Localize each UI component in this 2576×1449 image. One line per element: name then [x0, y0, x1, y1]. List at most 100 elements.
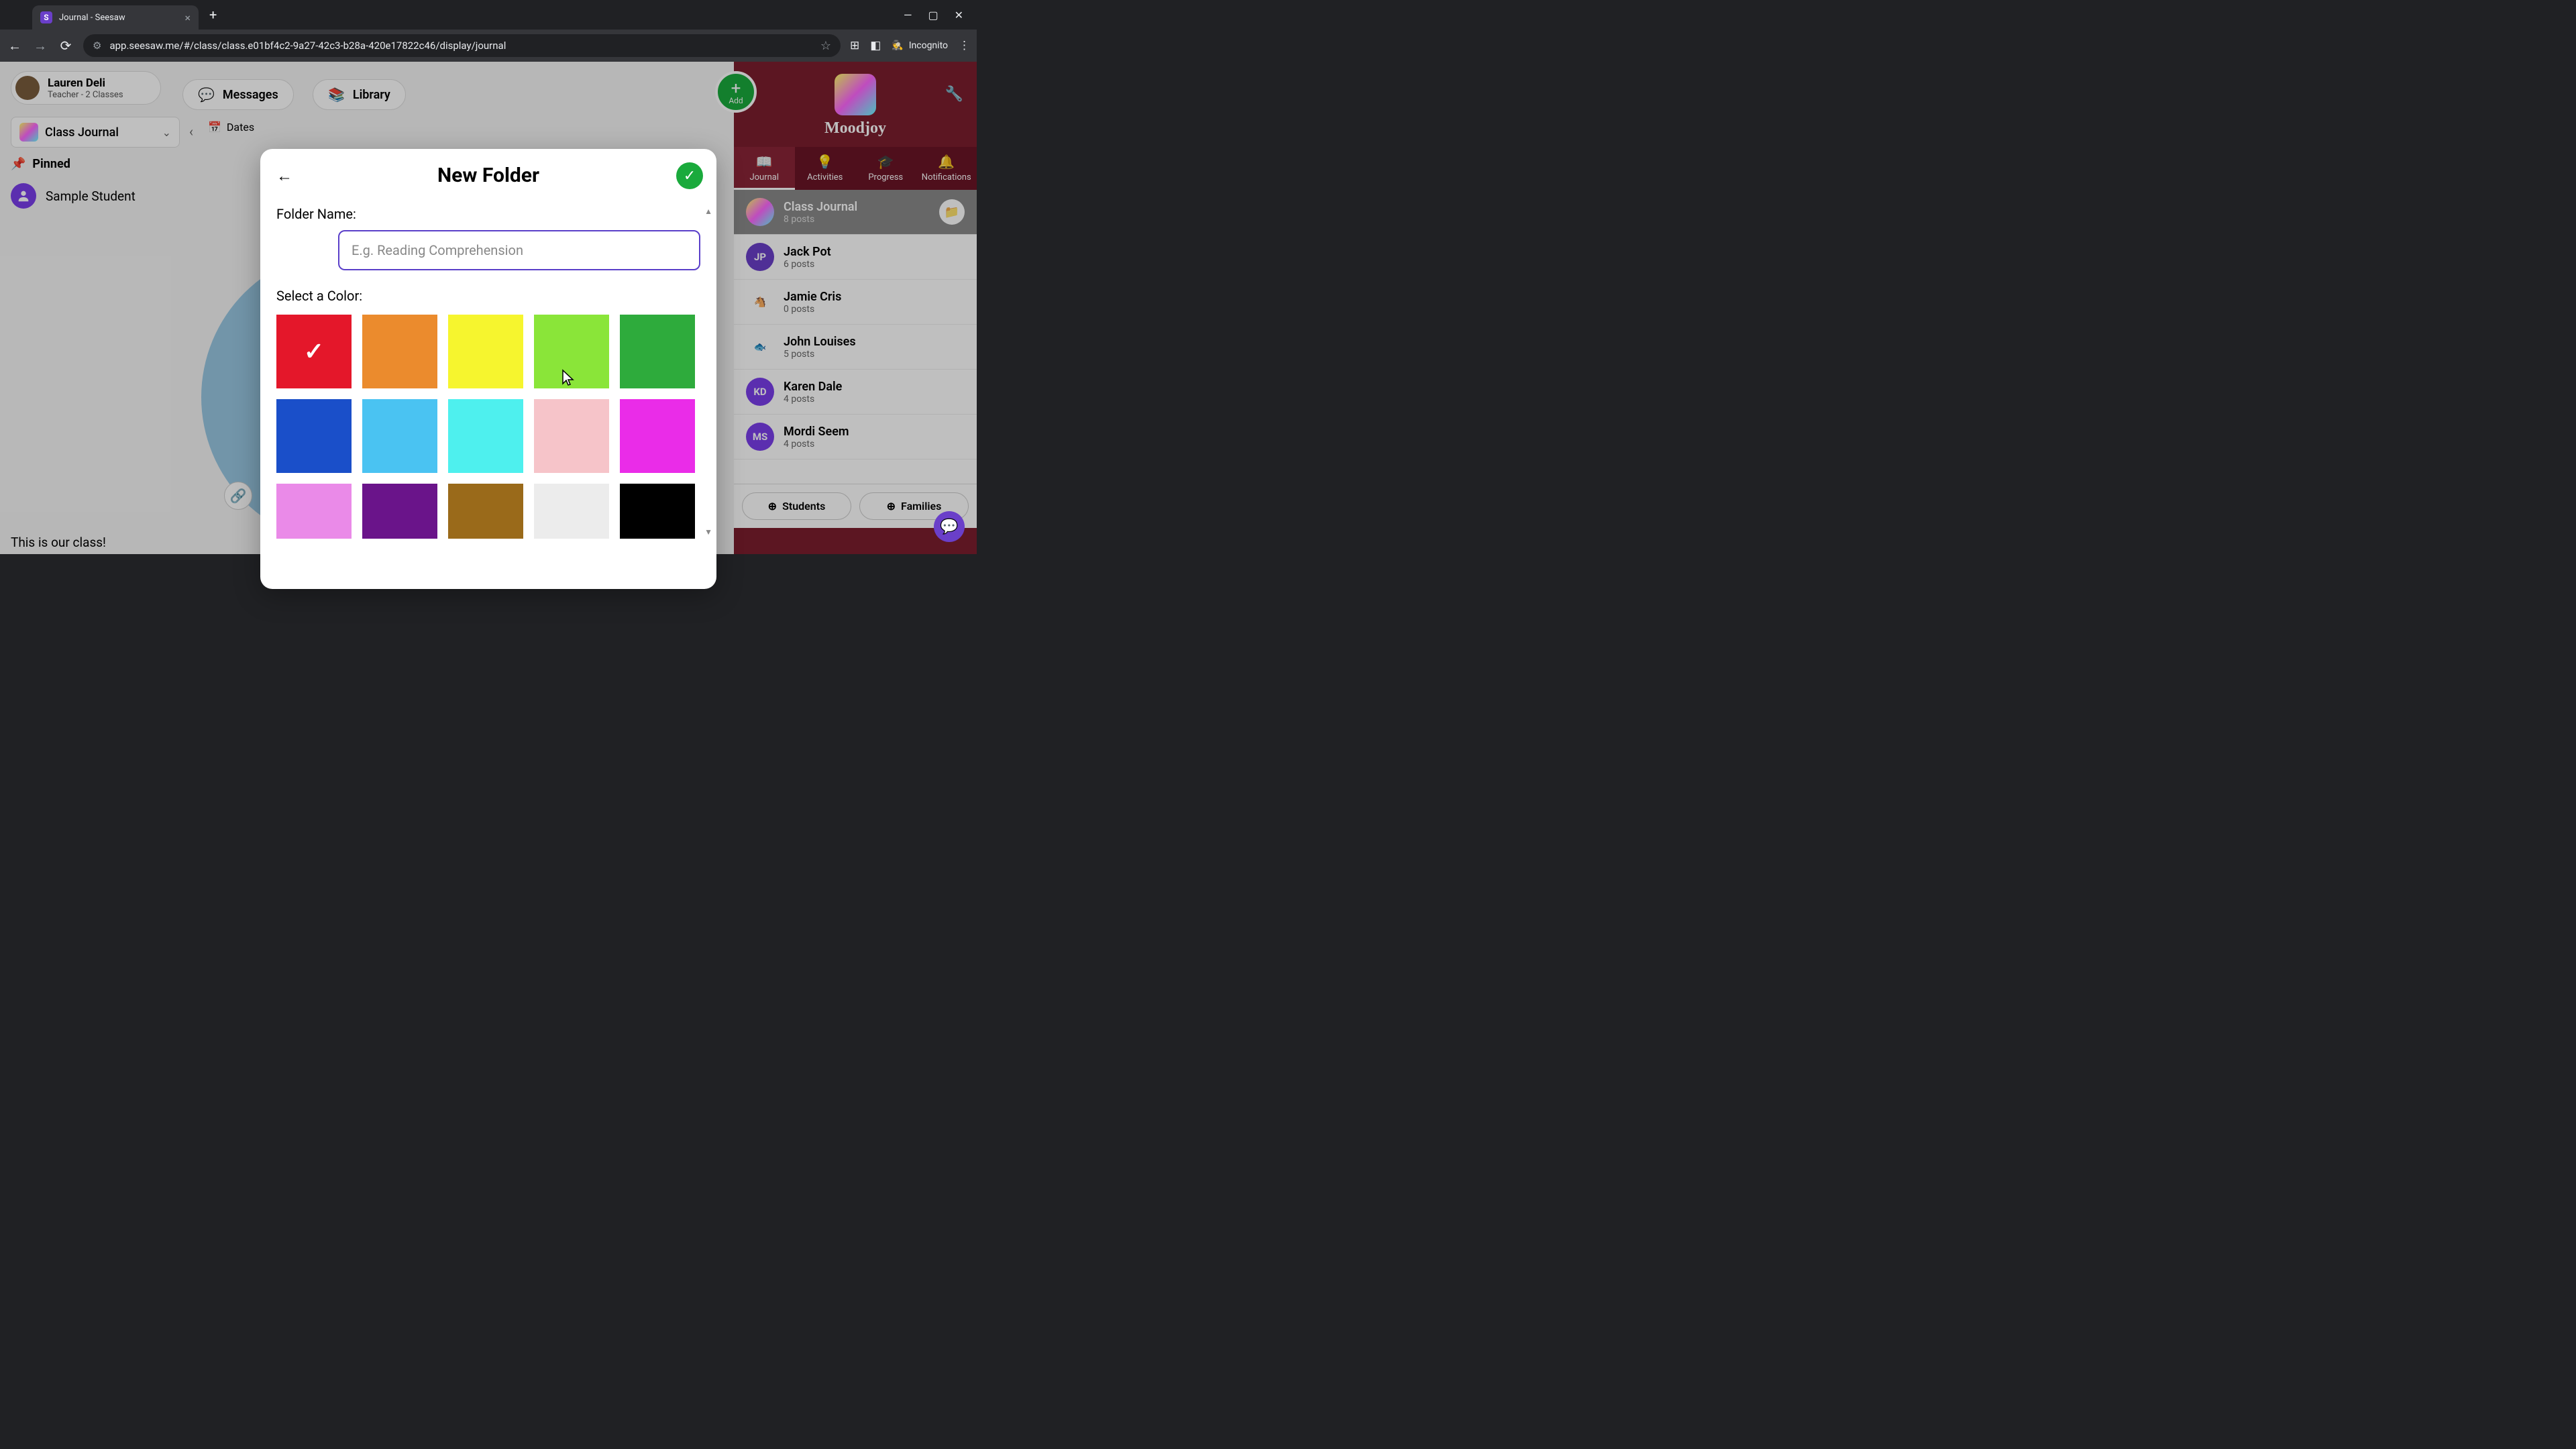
close-window-icon[interactable]: ✕: [955, 9, 963, 21]
folder-icon[interactable]: 📁: [939, 199, 965, 225]
journal-tab-icon: 📖: [737, 154, 792, 170]
color-yellow[interactable]: [448, 315, 523, 388]
dates-button[interactable]: 📅 Dates: [208, 121, 254, 133]
library-nav[interactable]: 📚 Library: [313, 79, 406, 110]
list-item-sub: 8 posts: [784, 214, 857, 225]
list-avatar: JP: [746, 243, 774, 271]
reload-icon[interactable]: ⟳: [58, 38, 74, 54]
activities-tab-icon: 💡: [798, 154, 853, 170]
user-avatar: [15, 76, 40, 100]
folder-name-input[interactable]: [338, 230, 700, 270]
list-item[interactable]: JP Jack Pot6 posts: [734, 235, 977, 280]
list-item-name: Jack Pot: [784, 245, 831, 259]
tab-activities[interactable]: 💡 Activities: [795, 147, 856, 190]
list-item-sub: 4 posts: [784, 439, 849, 449]
color-orange[interactable]: [362, 315, 437, 388]
address-bar: ← → ⟳ ⚙ app.seesaw.me/#/class/class.e01b…: [0, 30, 977, 62]
post-caption: This is our class!: [11, 535, 106, 550]
add-button[interactable]: + Add: [715, 71, 757, 113]
bookmark-star-icon[interactable]: ☆: [820, 39, 831, 53]
color-blue[interactable]: [276, 399, 352, 473]
color-black[interactable]: [620, 484, 695, 539]
incognito-badge: 🕵 Incognito: [892, 40, 948, 51]
link-icon[interactable]: 🔗: [224, 482, 252, 510]
back-arrow-icon[interactable]: ←: [276, 166, 292, 186]
tab-title: Journal - Seesaw: [59, 13, 178, 23]
list-item[interactable]: 🐴 Jamie Cris0 posts: [734, 280, 977, 325]
chat-fab[interactable]: 💬: [934, 511, 965, 542]
folder-name-label: Folder Name:: [276, 206, 700, 222]
list-item[interactable]: KD Karen Dale4 posts: [734, 370, 977, 415]
browser-tab[interactable]: S Journal - Seesaw ×: [32, 5, 199, 30]
tab-bar: S Journal - Seesaw × + — ▢ ✕: [0, 0, 977, 30]
seesaw-favicon: S: [40, 11, 52, 23]
confirm-button[interactable]: ✓: [676, 162, 703, 189]
new-folder-modal: ← New Folder ✓ Folder Name: Select a Col…: [260, 149, 716, 589]
messages-icon: 💬: [198, 87, 215, 103]
site-settings-icon[interactable]: ⚙: [93, 40, 101, 52]
color-green[interactable]: [620, 315, 695, 388]
color-purple[interactable]: [362, 484, 437, 539]
scroll-up-icon[interactable]: ▲: [704, 207, 712, 216]
list-avatar: 🐴: [746, 288, 774, 316]
user-chip[interactable]: Lauren Deli Teacher - 2 Classes: [11, 71, 161, 105]
plus-circle-icon: ⊕: [768, 500, 777, 513]
color-lime[interactable]: [534, 315, 609, 388]
journal-selector[interactable]: Class Journal ⌄: [11, 117, 180, 148]
url-text: app.seesaw.me/#/class/class.e01bf4c2-9a2…: [109, 40, 812, 52]
color-red[interactable]: ✓: [276, 315, 352, 388]
back-icon[interactable]: ←: [7, 38, 23, 54]
chat-icon: 💬: [940, 519, 958, 535]
tab-activities-label: Activities: [807, 172, 843, 182]
students-button[interactable]: ⊕ Students: [742, 492, 851, 520]
incognito-icon: 🕵: [892, 40, 903, 51]
tab-progress[interactable]: 🎓Progress: [855, 147, 916, 190]
pinned-header: 📌 Pinned: [11, 157, 260, 171]
list-item[interactable]: 🐟 John Louises5 posts: [734, 325, 977, 370]
tab-journal[interactable]: 📖 Journal: [734, 147, 795, 190]
list-avatar: KD: [746, 378, 774, 406]
color-lightgray[interactable]: [534, 484, 609, 539]
library-icon: 📚: [328, 87, 345, 103]
new-tab-button[interactable]: +: [209, 7, 217, 23]
student-list: Class Journal 8 posts 📁 JP Jack Pot6 pos…: [734, 190, 977, 528]
url-bar[interactable]: ⚙ app.seesaw.me/#/class/class.e01bf4c2-9…: [83, 34, 841, 57]
check-icon: ✓: [684, 168, 696, 184]
pinned-label: Pinned: [32, 157, 70, 171]
color-lightpink[interactable]: [276, 484, 352, 539]
color-grid: ✓: [276, 315, 700, 539]
list-item-sub: 5 posts: [784, 349, 856, 360]
add-label: Add: [729, 96, 743, 105]
right-tabs: 📖 Journal 💡 Activities 🎓Progress 🔔Notifica…: [734, 147, 977, 190]
journal-label: Class Journal: [45, 125, 156, 140]
list-item[interactable]: Class Journal 8 posts 📁: [734, 190, 977, 235]
list-avatar: [746, 198, 774, 226]
browser-menu-icon[interactable]: ⋮: [959, 39, 970, 52]
messages-label: Messages: [223, 88, 278, 102]
dates-label: Dates: [227, 121, 254, 133]
color-brown[interactable]: [448, 484, 523, 539]
maximize-icon[interactable]: ▢: [928, 9, 938, 21]
students-label: Students: [782, 500, 825, 513]
color-skyblue[interactable]: [362, 399, 437, 473]
color-cyan[interactable]: [448, 399, 523, 473]
minimize-icon[interactable]: —: [904, 9, 912, 21]
tab-notifications[interactable]: 🔔Notifications: [916, 147, 977, 190]
list-avatar: 🐟: [746, 333, 774, 361]
extensions-icon[interactable]: ⊞: [850, 39, 859, 52]
tab-close-icon[interactable]: ×: [184, 11, 191, 24]
settings-wrench-icon[interactable]: 🔧: [945, 86, 963, 103]
messages-nav[interactable]: 💬 Messages: [182, 79, 294, 110]
list-item-name: Karen Dale: [784, 380, 842, 394]
color-pink[interactable]: [534, 399, 609, 473]
list-item-sub: 0 posts: [784, 304, 841, 315]
sample-student-name: Sample Student: [46, 189, 136, 204]
class-logo: [835, 74, 876, 115]
tab-journal-label: Journal: [749, 172, 779, 182]
color-magenta[interactable]: [620, 399, 695, 473]
sidepanel-icon[interactable]: ◧: [870, 39, 881, 52]
list-item[interactable]: MS Mordi Seem4 posts: [734, 415, 977, 460]
scroll-down-icon[interactable]: ▼: [704, 527, 712, 537]
sample-student-row[interactable]: Sample Student: [11, 183, 260, 209]
prev-date-icon[interactable]: ‹: [189, 123, 193, 140]
